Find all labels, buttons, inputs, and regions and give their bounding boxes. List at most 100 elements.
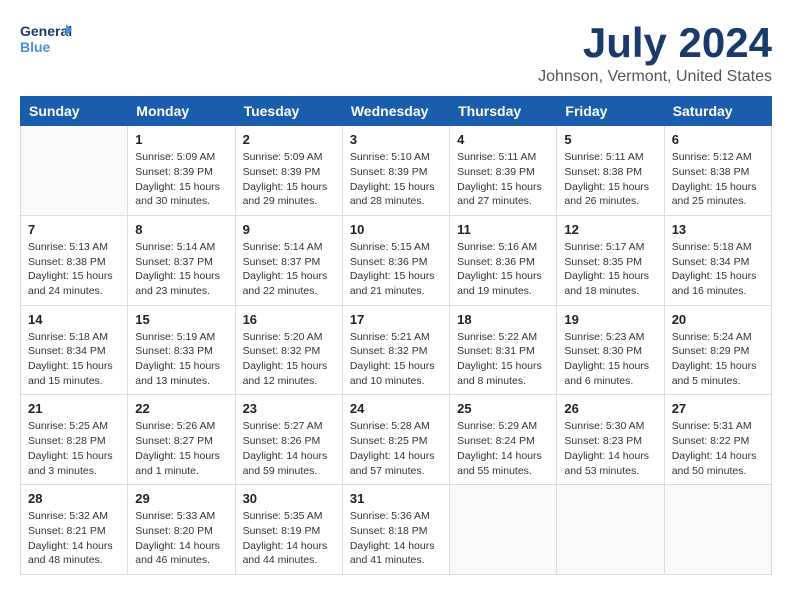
day-number: 12 <box>564 222 656 237</box>
day-number: 9 <box>243 222 335 237</box>
logo-svg: General Blue <box>20 20 72 58</box>
day-info: Sunrise: 5:17 AM Sunset: 8:35 PM Dayligh… <box>564 240 656 299</box>
day-info: Sunrise: 5:26 AM Sunset: 8:27 PM Dayligh… <box>135 419 227 478</box>
calendar-cell: 13Sunrise: 5:18 AM Sunset: 8:34 PM Dayli… <box>664 215 771 305</box>
calendar-cell: 21 Sunrise: 5:25 AM Sunset: 8:28 PM Dayli… <box>21 395 128 485</box>
day-info: Sunrise: 5:25 AM Sunset: 8:28 PM Dayligh… <box>28 419 120 478</box>
day-info: Sunrise: 5:23 AM Sunset: 8:30 PM Dayligh… <box>564 330 656 389</box>
day-number: 22 <box>135 401 227 416</box>
day-number: 2 <box>243 132 335 147</box>
calendar-table: Sunday Monday Tuesday Wednesday Thursday… <box>20 96 772 575</box>
col-friday: Friday <box>557 97 664 126</box>
calendar-cell: 15 Sunrise: 5:19 AM Sunset: 8:33 PM Dayli… <box>128 305 235 395</box>
calendar-cell: 29 Sunrise: 5:33 AM Sunset: 8:20 PM Dayli… <box>128 485 235 575</box>
calendar-cell <box>450 485 557 575</box>
day-number: 1 <box>135 132 227 147</box>
day-info: Sunrise: 5:33 AM Sunset: 8:20 PM Dayligh… <box>135 509 227 568</box>
day-info: Sunrise: 5:30 AM Sunset: 8:23 PM Dayligh… <box>564 419 656 478</box>
day-number: 6 <box>672 132 764 147</box>
week-row-2: 7 Sunrise: 5:13 AM Sunset: 8:38 PM Daylig… <box>21 215 772 305</box>
day-number: 11 <box>457 222 549 237</box>
day-number: 17 <box>350 312 442 327</box>
day-info: Sunrise: 5:36 AM Sunset: 8:18 PM Dayligh… <box>350 509 442 568</box>
day-info: Sunrise: 5:21 AM Sunset: 8:32 PM Dayligh… <box>350 330 442 389</box>
svg-text:General: General <box>20 23 72 39</box>
calendar-cell: 20 Sunrise: 5:24 AM Sunset: 8:29 PM Dayli… <box>664 305 771 395</box>
day-number: 30 <box>243 491 335 506</box>
day-info: Sunrise: 5:11 AM Sunset: 8:39 PM Dayligh… <box>457 150 549 209</box>
day-number: 24 <box>350 401 442 416</box>
day-number: 25 <box>457 401 549 416</box>
day-info: Sunrise: 5:24 AM Sunset: 8:29 PM Dayligh… <box>672 330 764 389</box>
day-info: Sunrise: 5:18 AM Sunset: 8:34 PM Dayligh… <box>28 330 120 389</box>
day-info: Sunrise: 5:32 AM Sunset: 8:21 PM Dayligh… <box>28 509 120 568</box>
calendar-cell: 26Sunrise: 5:30 AM Sunset: 8:23 PM Dayli… <box>557 395 664 485</box>
calendar-header-row: Sunday Monday Tuesday Wednesday Thursday… <box>21 97 772 126</box>
day-number: 14 <box>28 312 120 327</box>
calendar-cell: 27Sunrise: 5:31 AM Sunset: 8:22 PM Dayli… <box>664 395 771 485</box>
day-number: 7 <box>28 222 120 237</box>
calendar-cell: 2 Sunrise: 5:09 AM Sunset: 8:39 PM Daylig… <box>235 126 342 216</box>
calendar-cell: 19Sunrise: 5:23 AM Sunset: 8:30 PM Dayli… <box>557 305 664 395</box>
calendar-cell <box>557 485 664 575</box>
day-number: 31 <box>350 491 442 506</box>
col-tuesday: Tuesday <box>235 97 342 126</box>
day-info: Sunrise: 5:09 AM Sunset: 8:39 PM Dayligh… <box>243 150 335 209</box>
logo: General Blue <box>20 20 72 58</box>
day-info: Sunrise: 5:20 AM Sunset: 8:32 PM Dayligh… <box>243 330 335 389</box>
calendar-cell: 18Sunrise: 5:22 AM Sunset: 8:31 PM Dayli… <box>450 305 557 395</box>
calendar-cell: 6 Sunrise: 5:12 AM Sunset: 8:38 PM Daylig… <box>664 126 771 216</box>
calendar-cell: 12 Sunrise: 5:17 AM Sunset: 8:35 PM Dayli… <box>557 215 664 305</box>
day-info: Sunrise: 5:15 AM Sunset: 8:36 PM Dayligh… <box>350 240 442 299</box>
day-number: 21 <box>28 401 120 416</box>
day-number: 15 <box>135 312 227 327</box>
header: General Blue July 2024 Johnson, Vermont,… <box>20 20 772 86</box>
subtitle: Johnson, Vermont, United States <box>538 68 772 86</box>
day-info: Sunrise: 5:10 AM Sunset: 8:39 PM Dayligh… <box>350 150 442 209</box>
calendar-cell: 9 Sunrise: 5:14 AM Sunset: 8:37 PM Daylig… <box>235 215 342 305</box>
day-info: Sunrise: 5:35 AM Sunset: 8:19 PM Dayligh… <box>243 509 335 568</box>
calendar-cell: 10 Sunrise: 5:15 AM Sunset: 8:36 PM Dayli… <box>342 215 449 305</box>
week-row-3: 14 Sunrise: 5:18 AM Sunset: 8:34 PM Dayli… <box>21 305 772 395</box>
col-monday: Monday <box>128 97 235 126</box>
day-info: Sunrise: 5:22 AM Sunset: 8:31 PM Dayligh… <box>457 330 549 389</box>
calendar-cell: 14 Sunrise: 5:18 AM Sunset: 8:34 PM Dayli… <box>21 305 128 395</box>
week-row-4: 21 Sunrise: 5:25 AM Sunset: 8:28 PM Dayli… <box>21 395 772 485</box>
day-info: Sunrise: 5:16 AM Sunset: 8:36 PM Dayligh… <box>457 240 549 299</box>
col-wednesday: Wednesday <box>342 97 449 126</box>
calendar-cell: 17 Sunrise: 5:21 AM Sunset: 8:32 PM Dayli… <box>342 305 449 395</box>
week-row-1: 1 Sunrise: 5:09 AM Sunset: 8:39 PM Daylig… <box>21 126 772 216</box>
calendar-cell: 25 Sunrise: 5:29 AM Sunset: 8:24 PM Dayli… <box>450 395 557 485</box>
calendar-cell: 24 Sunrise: 5:28 AM Sunset: 8:25 PM Dayli… <box>342 395 449 485</box>
day-info: Sunrise: 5:27 AM Sunset: 8:26 PM Dayligh… <box>243 419 335 478</box>
calendar-cell: 30 Sunrise: 5:35 AM Sunset: 8:19 PM Dayli… <box>235 485 342 575</box>
day-info: Sunrise: 5:14 AM Sunset: 8:37 PM Dayligh… <box>135 240 227 299</box>
day-info: Sunrise: 5:19 AM Sunset: 8:33 PM Dayligh… <box>135 330 227 389</box>
page: General Blue July 2024 Johnson, Vermont,… <box>0 0 792 595</box>
calendar-cell: 23Sunrise: 5:27 AM Sunset: 8:26 PM Dayli… <box>235 395 342 485</box>
day-info: Sunrise: 5:12 AM Sunset: 8:38 PM Dayligh… <box>672 150 764 209</box>
calendar-cell: 7 Sunrise: 5:13 AM Sunset: 8:38 PM Daylig… <box>21 215 128 305</box>
calendar-cell <box>21 126 128 216</box>
day-number: 5 <box>564 132 656 147</box>
day-number: 8 <box>135 222 227 237</box>
day-number: 20 <box>672 312 764 327</box>
calendar-cell: 5 Sunrise: 5:11 AM Sunset: 8:38 PM Daylig… <box>557 126 664 216</box>
day-number: 4 <box>457 132 549 147</box>
day-info: Sunrise: 5:28 AM Sunset: 8:25 PM Dayligh… <box>350 419 442 478</box>
day-info: Sunrise: 5:14 AM Sunset: 8:37 PM Dayligh… <box>243 240 335 299</box>
day-number: 28 <box>28 491 120 506</box>
day-info: Sunrise: 5:29 AM Sunset: 8:24 PM Dayligh… <box>457 419 549 478</box>
calendar-cell: 31 Sunrise: 5:36 AM Sunset: 8:18 PM Dayli… <box>342 485 449 575</box>
calendar-cell: 8 Sunrise: 5:14 AM Sunset: 8:37 PM Daylig… <box>128 215 235 305</box>
col-thursday: Thursday <box>450 97 557 126</box>
day-info: Sunrise: 5:13 AM Sunset: 8:38 PM Dayligh… <box>28 240 120 299</box>
day-info: Sunrise: 5:09 AM Sunset: 8:39 PM Dayligh… <box>135 150 227 209</box>
day-number: 10 <box>350 222 442 237</box>
calendar-cell: 1 Sunrise: 5:09 AM Sunset: 8:39 PM Daylig… <box>128 126 235 216</box>
day-number: 13 <box>672 222 764 237</box>
calendar-cell: 22 Sunrise: 5:26 AM Sunset: 8:27 PM Dayli… <box>128 395 235 485</box>
day-info: Sunrise: 5:11 AM Sunset: 8:38 PM Dayligh… <box>564 150 656 209</box>
day-number: 3 <box>350 132 442 147</box>
day-number: 29 <box>135 491 227 506</box>
